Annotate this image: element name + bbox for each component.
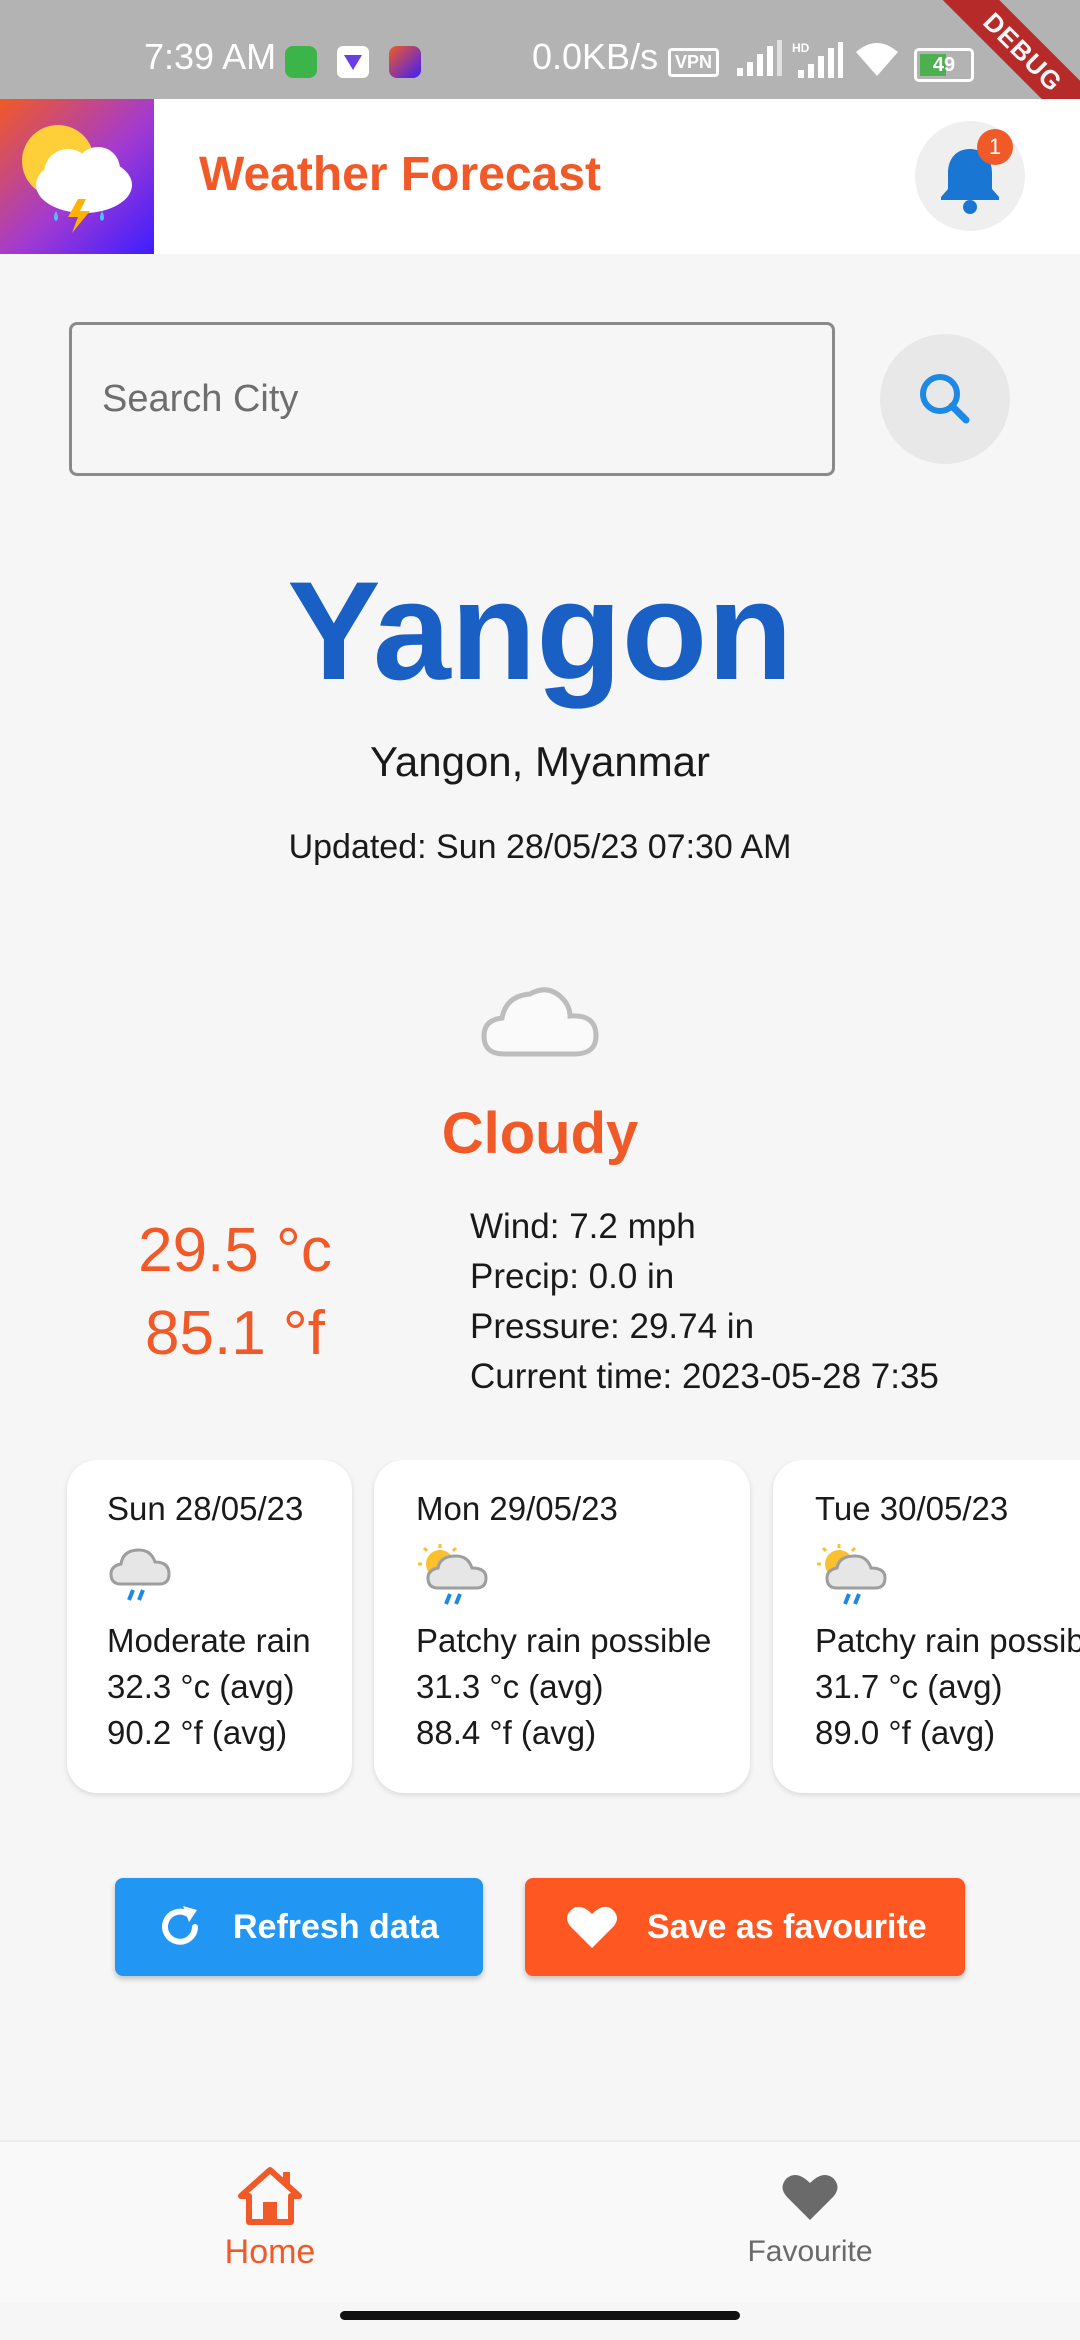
forecast-temp-celsius: 32.3 °c (avg)	[107, 1668, 295, 1705]
forecast-list[interactable]: Sun 28/05/23 Moderate rain 32.3 °c (avg)…	[0, 1460, 1080, 1800]
forecast-temp-fahrenheit: 89.0 °f (avg)	[815, 1714, 996, 1751]
search-button[interactable]	[880, 334, 1010, 464]
status-bar: 7:39 AM 0.0KB/s VPN HD 49 DEBUG	[0, 0, 1080, 148]
app-title: Weather Forecast	[199, 148, 601, 201]
current-details: Wind: 7.2 mph Precip: 0.0 in Pressure: 2…	[470, 1202, 939, 1402]
forecast-description: Moderate rain	[107, 1622, 311, 1659]
battery-icon: 49	[914, 48, 974, 82]
region-name: Yangon, Myanmar	[369, 738, 711, 785]
app-bar: Weather Forecast 1	[0, 99, 1080, 254]
cloud-icon	[481, 987, 599, 1057]
forecast-temp-fahrenheit: 88.4 °f (avg)	[416, 1714, 597, 1751]
rain-cloud-icon	[107, 1542, 352, 1614]
weather-app-icon	[389, 46, 421, 78]
wifi-icon	[856, 43, 898, 76]
gesture-home-indicator[interactable]	[340, 2311, 740, 2320]
notification-badge: 1	[977, 129, 1013, 165]
current-temp-celsius: 29.5 °c	[138, 1216, 332, 1285]
status-app-icons	[285, 46, 421, 78]
status-time: 7:39 AM	[144, 36, 277, 77]
notifications-button[interactable]: 1	[915, 121, 1025, 231]
current-condition: Cloudy	[441, 1101, 639, 1166]
nav-home[interactable]: Home	[170, 2164, 370, 2272]
sun-rain-cloud-icon	[815, 1542, 1080, 1614]
svg-text:HD: HD	[792, 41, 810, 55]
heart-icon	[567, 1906, 617, 1948]
battery-percent: 49	[932, 54, 956, 76]
nav-favourite[interactable]: Favourite	[710, 2170, 910, 2269]
forecast-date: Mon 29/05/23	[416, 1490, 618, 1527]
save-favourite-button[interactable]: Save as favourite	[525, 1878, 965, 1976]
refresh-icon	[162, 1906, 198, 1945]
network-speed: 0.0KB/s	[532, 36, 659, 77]
app-notification-icon	[285, 46, 317, 78]
signal-hd-icon: HD	[792, 41, 843, 78]
vpn-badge: VPN	[668, 48, 720, 77]
forecast-card[interactable]: Tue 30/05/23 Patchy rain possible 31.7 °…	[773, 1460, 1080, 1793]
city-name: Yangon	[287, 552, 793, 709]
forecast-card[interactable]: Sun 28/05/23 Moderate rain 32.3 °c (avg)…	[67, 1460, 352, 1793]
sun-rain-cloud-icon	[416, 1542, 750, 1614]
forecast-temp-celsius: 31.7 °c (avg)	[815, 1668, 1003, 1705]
signal-icon	[737, 40, 782, 76]
precip-value: Precip: 0.0 in	[470, 1257, 675, 1296]
refresh-data-button[interactable]: Refresh data	[115, 1878, 483, 1976]
forecast-description: Patchy rain possible	[815, 1622, 1080, 1659]
last-updated: Updated: Sun 28/05/23 07:30 AM	[288, 828, 792, 866]
search-city-input[interactable]	[69, 322, 835, 476]
bottom-navigation: Home Favourite	[0, 2140, 1080, 2302]
wind-value: Wind: 7.2 mph	[470, 1207, 696, 1246]
home-icon	[238, 2167, 302, 2225]
weather-logo-icon	[22, 125, 132, 233]
search-icon	[920, 374, 970, 424]
forecast-card[interactable]: Mon 29/05/23 Patchy rain possible 31.3 °…	[374, 1460, 750, 1793]
refresh-data-label: Refresh data	[233, 1907, 439, 1946]
forecast-description: Patchy rain possible	[416, 1622, 712, 1659]
forecast-date: Tue 30/05/23	[815, 1490, 1009, 1527]
current-time-value: Current time: 2023-05-28 7:35	[470, 1357, 939, 1396]
forecast-temp-celsius: 31.3 °c (avg)	[416, 1668, 604, 1705]
nav-home-label: Home	[224, 2233, 316, 2271]
save-favourite-label: Save as favourite	[647, 1907, 927, 1946]
forecast-date: Sun 28/05/23	[107, 1490, 304, 1527]
app-logo	[0, 99, 154, 254]
heart-icon	[782, 2174, 838, 2220]
current-temp-fahrenheit: 85.1 °f	[145, 1299, 325, 1368]
forecast-temp-fahrenheit: 90.2 °f (avg)	[107, 1714, 288, 1751]
nav-favourite-label: Favourite	[747, 2235, 873, 2268]
pressure-value: Pressure: 29.74 in	[470, 1307, 755, 1346]
vpn-app-icon	[337, 46, 369, 78]
